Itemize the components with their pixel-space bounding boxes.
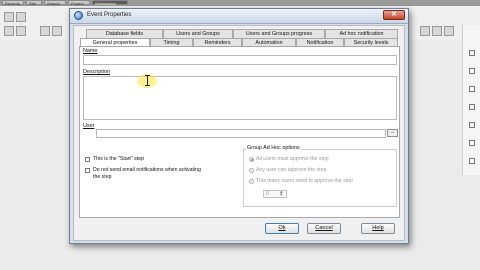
toolbar-delete-icon[interactable] (432, 26, 442, 36)
user-browse-button[interactable]: ... (387, 129, 398, 137)
bg-tab-site[interactable]: Site (26, 0, 42, 6)
bg-row-checkbox[interactable] (469, 104, 475, 110)
toolbar-lock-icon[interactable] (420, 26, 430, 36)
help-button[interactable]: Help (361, 223, 395, 234)
tab-database-fields[interactable]: Database fields (86, 29, 163, 38)
radio-all-users-label: All users must approve the step (256, 156, 329, 162)
event-properties-dialog: Event Properties ✕ Database fields Users… (69, 8, 409, 244)
tab-ad-hoc-notification[interactable]: Ad hoc notification (325, 29, 398, 38)
start-step-checkbox[interactable] (85, 157, 90, 162)
user-label: User (83, 123, 95, 129)
group-ad-hoc-title: Group Ad Hoc options (246, 145, 301, 151)
bg-row-checkbox[interactable] (469, 140, 475, 146)
bg-tab-project[interactable]: Project (68, 0, 90, 6)
tab-users-and-groups-progress[interactable]: Users and Groups progress (233, 29, 325, 38)
cancel-button[interactable]: Cancel (307, 223, 341, 234)
bg-tab-search[interactable]: Search (44, 0, 66, 6)
no-email-checkbox[interactable] (85, 168, 90, 173)
start-step-label: This is the "Start" step (93, 156, 144, 162)
radio-this-many-users-label: This many users need to approve the step (256, 178, 353, 184)
description-label: Description (83, 69, 110, 75)
radio-all-users[interactable] (249, 157, 254, 162)
toolbar-copy-icon[interactable] (40, 26, 50, 36)
bg-tab-workstation[interactable]: Workstation (92, 0, 128, 6)
stepper-arrows-icon[interactable]: ▴ ▾ (280, 190, 286, 198)
bg-row-checkbox[interactable] (469, 68, 475, 74)
tab-users-and-groups[interactable]: Users and Groups (163, 29, 233, 38)
dialog-title-bar[interactable]: Event Properties ✕ (70, 9, 408, 24)
close-button[interactable]: ✕ (383, 10, 405, 20)
toolbar-paste-icon[interactable] (52, 26, 62, 36)
bg-row-checkbox[interactable] (469, 50, 475, 56)
no-email-label-continued: the step (93, 174, 112, 180)
toolbar-settings-icon[interactable] (444, 26, 454, 36)
text-cursor-icon (145, 75, 150, 86)
user-input[interactable] (96, 129, 386, 138)
no-email-label: Do not send email notifications when act… (93, 167, 201, 173)
bg-row-checkbox[interactable] (469, 122, 475, 128)
radio-this-many-users[interactable] (249, 179, 254, 184)
name-input[interactable] (83, 55, 397, 65)
bg-row-checkbox[interactable] (469, 86, 475, 92)
toolbar-print-icon[interactable] (16, 26, 26, 36)
name-label: Name (83, 48, 98, 54)
dialog-title: Event Properties (87, 12, 132, 18)
bg-row-checkbox[interactable] (469, 158, 475, 164)
bg-tab-records[interactable]: Records (2, 0, 24, 6)
description-textarea[interactable] (83, 76, 397, 120)
toolbar-save-icon[interactable] (4, 26, 14, 36)
toolbar-new-icon[interactable] (4, 12, 14, 22)
general-properties-panel: Name Description User ... This is the "S… (79, 46, 400, 218)
background-right-column (462, 25, 480, 175)
toolbar-folder-icon[interactable] (16, 12, 26, 22)
app-logo-icon (74, 11, 83, 20)
ok-button[interactable]: Ok (265, 223, 299, 234)
radio-any-user-label: Any user can approve the step (256, 167, 327, 173)
radio-any-user[interactable] (249, 168, 254, 173)
